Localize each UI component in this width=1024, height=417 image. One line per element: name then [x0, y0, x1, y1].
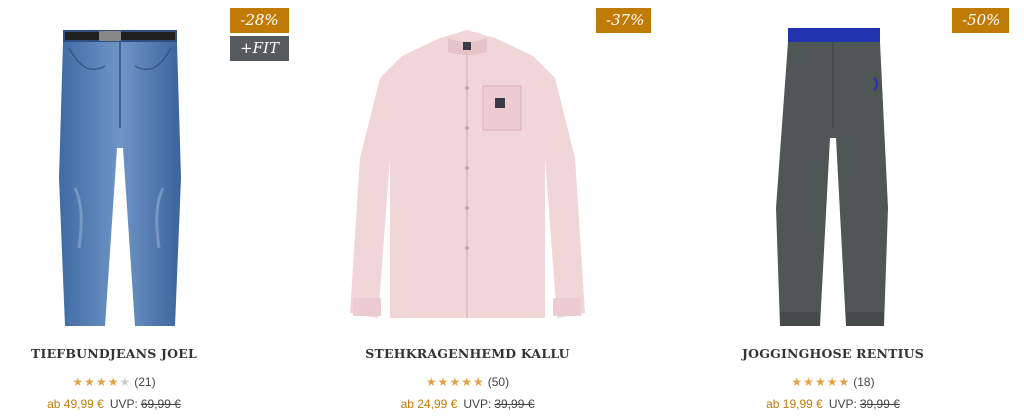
- star-rating-icon: ★★★★★: [425, 375, 485, 389]
- discount-badge: -50%: [952, 8, 1009, 33]
- star-rating-icon: ★★★★★: [72, 375, 132, 389]
- product-grid: -28% +FIT TIEFBUNDJEANS JOEL ★★★★★ (21) a…: [0, 0, 1024, 417]
- uvp-label: UVP:: [463, 397, 492, 411]
- current-price: ab 49,99 €: [47, 397, 104, 411]
- price-line: ab 19,99 € UVP: 39,99 €: [708, 397, 958, 411]
- uvp-label: UVP:: [109, 397, 138, 411]
- rating: ★★★★★ (21): [0, 375, 228, 389]
- product-title[interactable]: JOGGINGHOSE RENTIUS: [708, 346, 958, 361]
- fit-badge: +FIT: [230, 36, 289, 61]
- rating: ★★★★★ (50): [345, 375, 590, 389]
- uvp-price: 39,99 €: [494, 397, 535, 411]
- discount-badge: -37%: [596, 8, 651, 33]
- uvp-label: UVP:: [828, 397, 857, 411]
- product-image[interactable]: [55, 8, 185, 335]
- review-count: (21): [134, 375, 156, 389]
- uvp-price: 69,99 €: [140, 397, 181, 411]
- jeans-image: [59, 30, 181, 326]
- star-rating-icon: ★★★★★: [791, 375, 851, 389]
- product-card[interactable]: -37% STEHKRAGENHEMD KALLU ★★★★★ (50) ab 2…: [345, 0, 660, 417]
- product-title[interactable]: TIEFBUNDJEANS JOEL: [0, 346, 228, 361]
- review-count: (18): [853, 375, 875, 389]
- product-image[interactable]: [345, 8, 590, 335]
- current-price: ab 24,99 €: [400, 397, 458, 411]
- product-title[interactable]: STEHKRAGENHEMD KALLU: [345, 346, 590, 361]
- review-count: (50): [487, 375, 510, 389]
- product-card[interactable]: -28% +FIT TIEFBUNDJEANS JOEL ★★★★★ (21) a…: [0, 0, 300, 417]
- uvp-price: 39,99 €: [859, 397, 900, 411]
- discount-badge: -28%: [230, 8, 289, 33]
- price-line: ab 49,99 € UVP: 69,99 €: [0, 397, 228, 411]
- rating: ★★★★★ (18): [708, 375, 958, 389]
- shirt-image: [350, 30, 585, 318]
- price-line: ab 24,99 € UVP: 39,99 €: [345, 397, 590, 411]
- current-price: ab 19,99 €: [766, 397, 823, 411]
- joggers-image: [776, 28, 888, 326]
- product-image[interactable]: [770, 8, 895, 335]
- product-card[interactable]: -50% JOGGINGHOSE RENTIUS ★★★★★ (18) ab 19…: [708, 0, 1024, 417]
